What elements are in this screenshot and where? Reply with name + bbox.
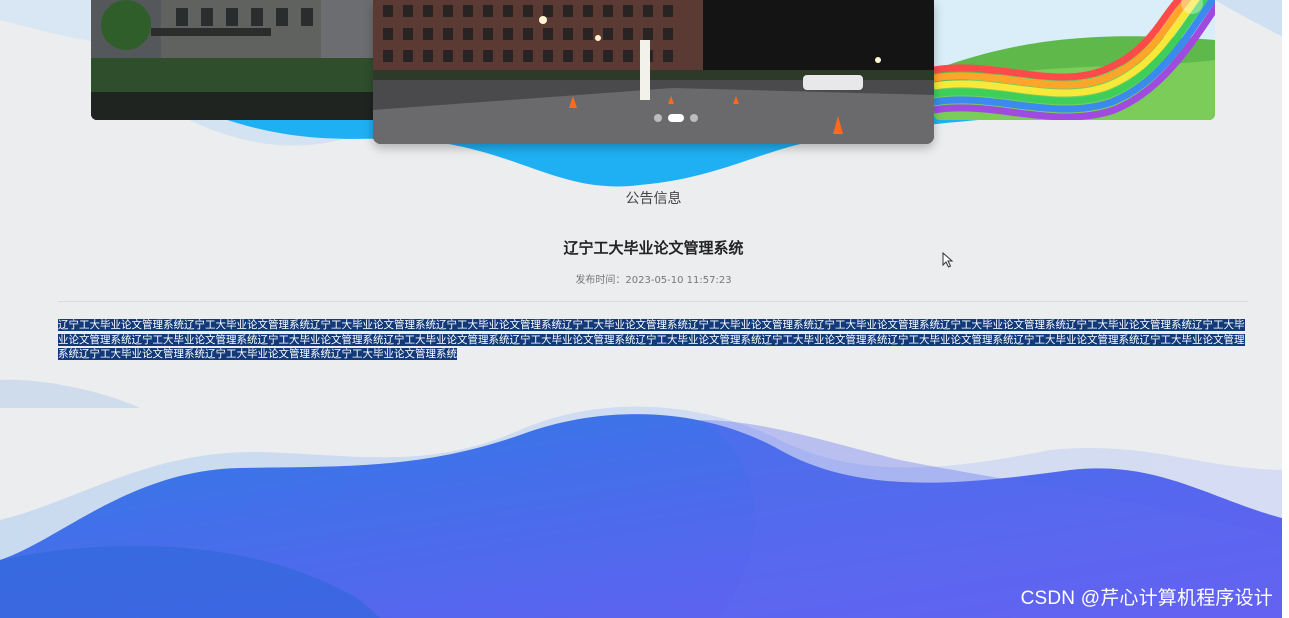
carousel-slide-left[interactable] (91, 0, 391, 120)
section-heading: 公告信息 (625, 191, 682, 207)
window-edge (1282, 0, 1289, 618)
divider (58, 301, 1248, 302)
rainbow-hill-image (934, 0, 1215, 120)
carousel-indicators (654, 114, 698, 122)
pointer-cursor-icon (942, 252, 954, 268)
selected-text: 辽宁工大毕业论文管理系统辽宁工大毕业论文管理系统辽宁工大毕业论文管理系统辽宁工大… (58, 319, 1245, 360)
notice-title: 辽宁工大毕业论文管理系统 (563, 239, 744, 257)
carousel-dot-active[interactable] (668, 114, 684, 122)
campus-building-image (91, 0, 391, 120)
carousel-slide-active[interactable] (373, 0, 934, 144)
notice-content[interactable]: 辽宁工大毕业论文管理系统辽宁工大毕业论文管理系统辽宁工大毕业论文管理系统辽宁工大… (58, 318, 1248, 362)
carousel-dot[interactable] (690, 114, 698, 122)
campus-night-road-image (373, 0, 934, 144)
carousel (0, 0, 1289, 150)
carousel-slide-right[interactable] (934, 0, 1215, 120)
notice-publish-time: 发布时间：2023-05-10 11:57:23 (575, 275, 732, 286)
watermark: CSDN @芹心计算机程序设计 (1020, 588, 1273, 609)
carousel-dot[interactable] (654, 114, 662, 122)
